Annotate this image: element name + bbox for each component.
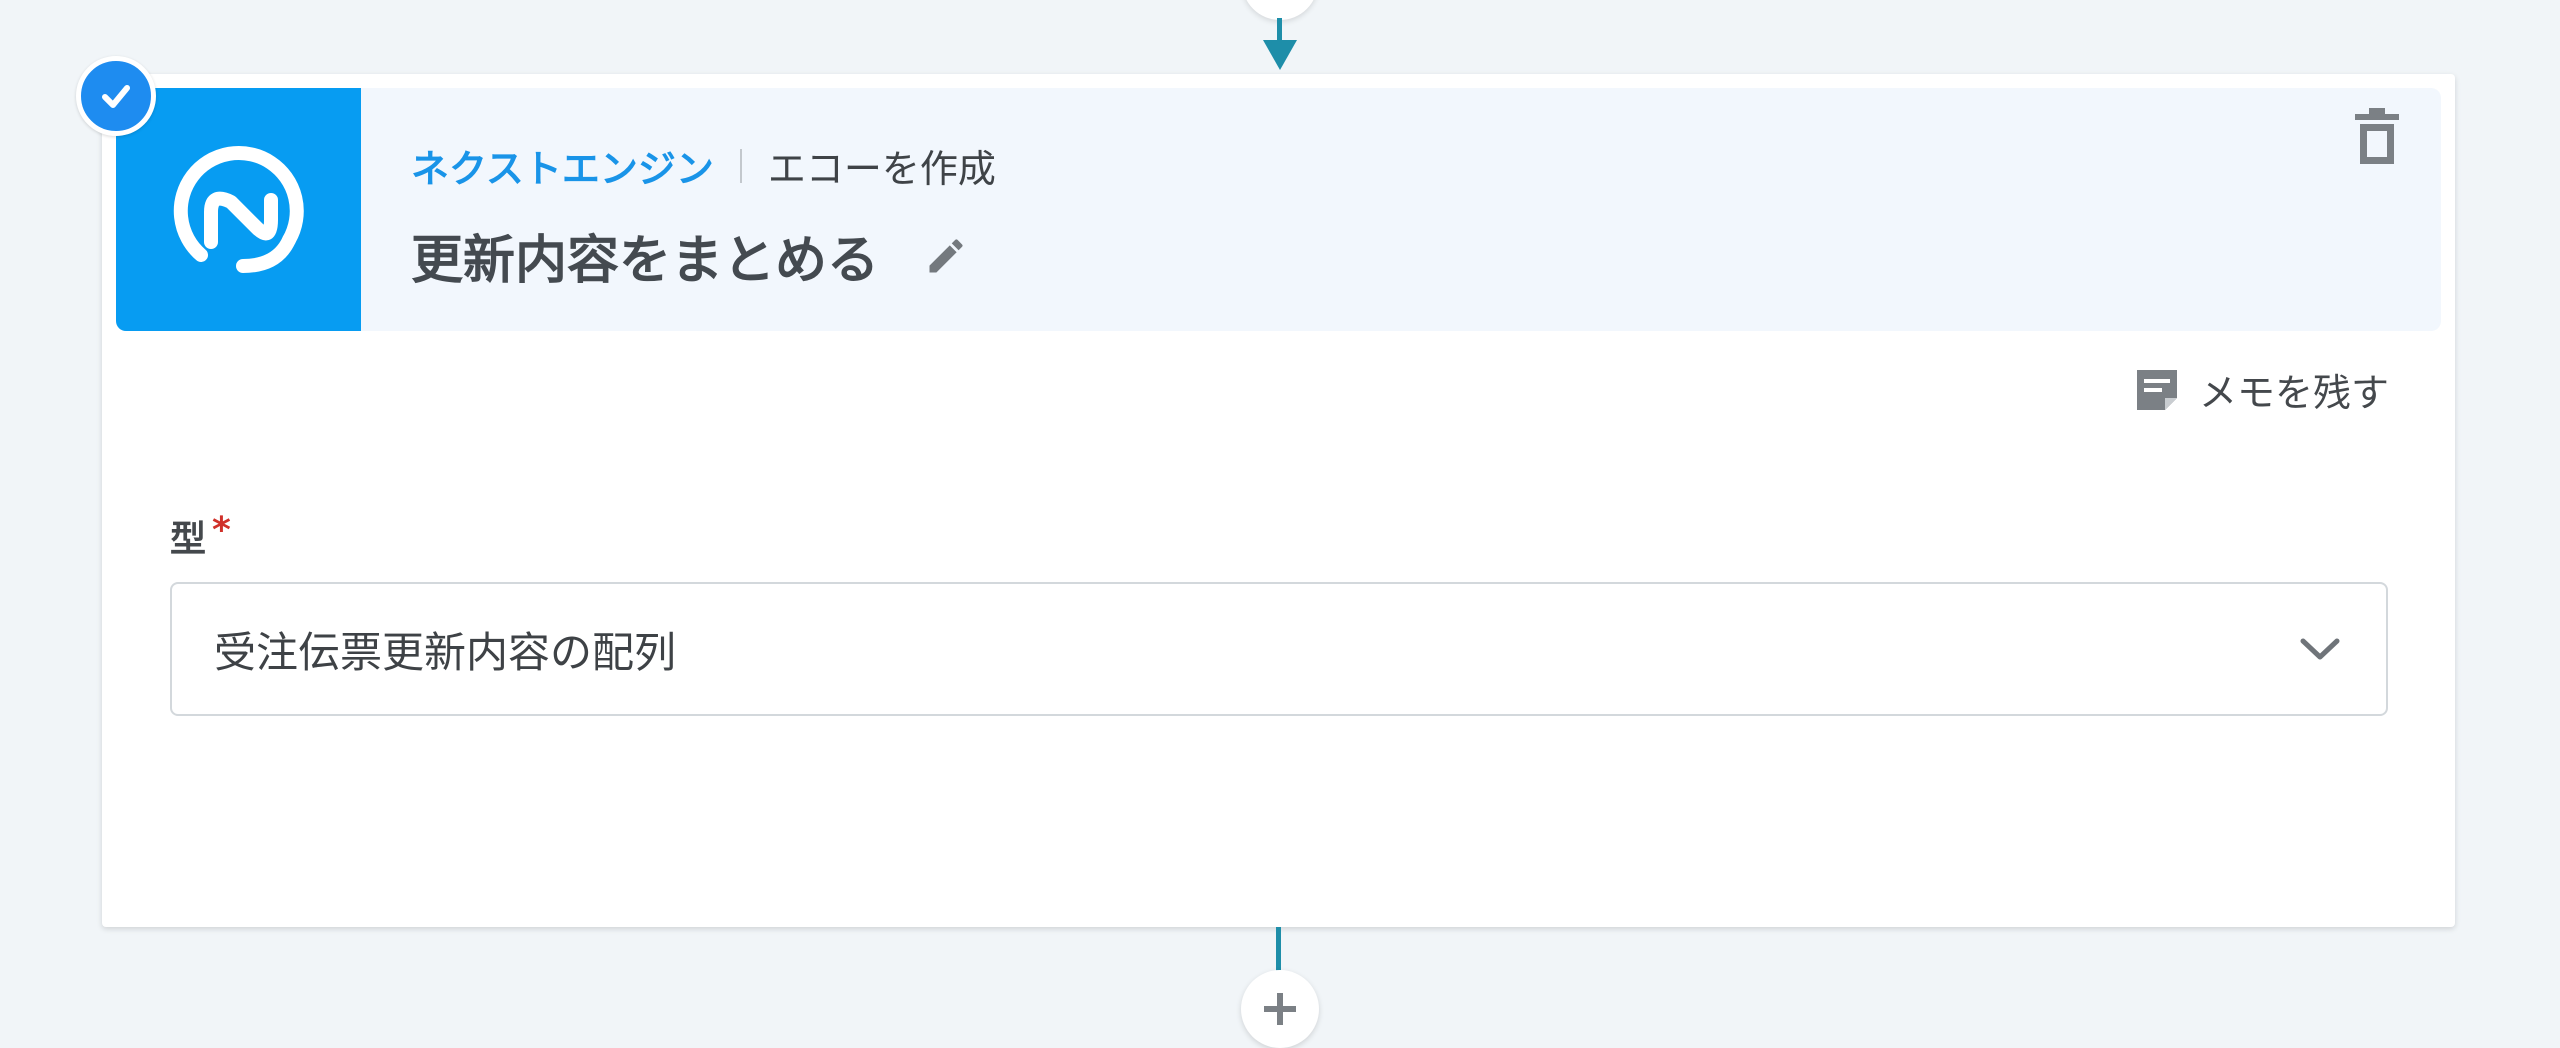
service-name: ネクストエンジン xyxy=(411,147,714,191)
type-select[interactable]: 受注伝票更新内容の配列 xyxy=(170,582,2388,716)
type-field-label: 型 xyxy=(170,519,207,560)
service-separator xyxy=(739,148,742,183)
chevron-down-icon xyxy=(2300,638,2340,660)
type-field-label-row: 型 * xyxy=(170,510,231,562)
add-step-button[interactable] xyxy=(1241,970,1319,1048)
next-engine-logo-icon xyxy=(173,145,304,273)
step-title-row: 更新内容をまとめる xyxy=(411,218,969,293)
step-service-line: ネクストエンジン エコーを作成 xyxy=(411,138,996,193)
pencil-icon[interactable] xyxy=(923,233,969,279)
action-name: エコーを作成 xyxy=(767,147,996,191)
plus-icon xyxy=(1264,993,1296,1025)
type-select-value: 受注伝票更新内容の配列 xyxy=(214,627,677,677)
step-title: 更新内容をまとめる xyxy=(411,231,880,291)
leave-memo-button[interactable]: メモを残す xyxy=(2133,362,2389,417)
previous-step-connector-node xyxy=(1242,0,1318,20)
check-icon xyxy=(102,85,130,108)
flow-step-card: ネクストエンジン エコーを作成 更新内容をまとめる メモを残す 型 * 受注伝票… xyxy=(102,74,2455,927)
required-asterisk: * xyxy=(212,510,231,551)
connector-line-bottom xyxy=(1276,927,1281,973)
leave-memo-label: メモを残す xyxy=(2198,371,2389,415)
step-status-badge xyxy=(76,56,156,136)
step-header[interactable]: ネクストエンジン エコーを作成 更新内容をまとめる xyxy=(116,88,2441,331)
next-engine-logo xyxy=(116,88,361,331)
trash-icon[interactable] xyxy=(2355,108,2399,164)
connector-arrow-down-icon xyxy=(1263,40,1297,70)
note-icon xyxy=(2136,369,2177,410)
